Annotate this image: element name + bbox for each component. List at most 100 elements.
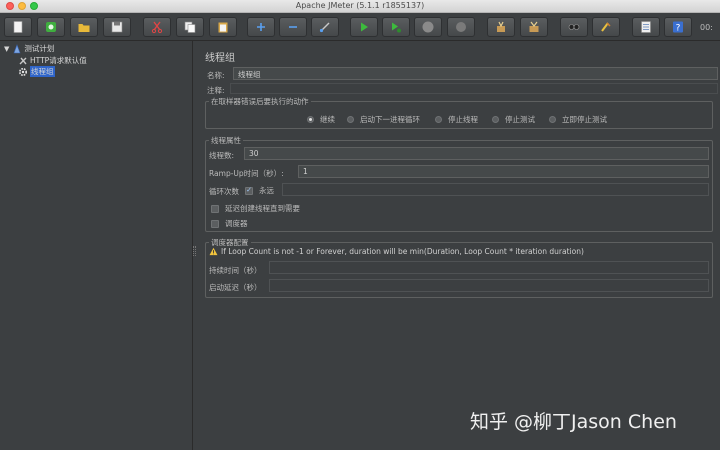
rampup-label: Ramp-Up时间（秒）: (209, 169, 284, 178)
radio-dot[interactable] (435, 116, 442, 123)
help-button[interactable]: ? (664, 17, 692, 37)
clear-all-button[interactable] (520, 17, 548, 37)
stop-button[interactable] (414, 17, 442, 37)
startup-delay-field[interactable] (269, 279, 709, 292)
window-title: Apache JMeter (5.1.1 r1855137) (295, 1, 425, 10)
tree-item-thread-group[interactable]: 线程组 (18, 66, 190, 77)
radio-label: 停止线程 (448, 115, 478, 124)
name-label: 名称: (207, 71, 225, 80)
stop-icon (422, 21, 434, 33)
tree-item-test-plan[interactable]: ▼ 测试计划 (4, 43, 54, 54)
threads-field[interactable]: 30 (244, 147, 709, 160)
radio-label: 立即停止测试 (562, 115, 607, 124)
scheduler-warning: If Loop Count is not -1 or Forever, dura… (209, 247, 584, 256)
toggle-icon (319, 22, 330, 33)
paste-button[interactable] (209, 17, 237, 37)
clear-all-icon (529, 21, 539, 32)
name-field[interactable]: 线程组 (233, 67, 718, 80)
function-helper-icon (641, 21, 651, 33)
duration-field[interactable] (269, 261, 709, 274)
copy-button[interactable] (176, 17, 204, 37)
radio-dot[interactable] (347, 116, 354, 123)
watermark-text: 知乎 @柳丁Jason Chen (470, 411, 677, 433)
startup-delay-label: 启动延迟（秒） (209, 283, 262, 292)
cut-icon (151, 21, 163, 34)
shutdown-button[interactable] (447, 17, 475, 37)
clear-icon (497, 21, 505, 32)
clear-button[interactable] (487, 17, 515, 37)
toolbar: ? 00: (0, 13, 720, 41)
duration-label: 持续时间（秒） (209, 266, 262, 275)
copy-icon (184, 21, 196, 33)
cut-button[interactable] (143, 17, 171, 37)
start-no-pauses-button[interactable] (382, 17, 410, 37)
thread-group-icon (18, 67, 28, 77)
expand-button[interactable] (247, 17, 275, 37)
radio-dot[interactable] (307, 116, 314, 123)
warning-icon (209, 247, 218, 256)
thread-properties-title: 线程属性 (209, 135, 243, 146)
help-glyph: ? (676, 24, 681, 34)
comment-label: 注释: (207, 86, 225, 95)
start-no-pauses-icon (392, 22, 401, 33)
search-button[interactable] (560, 17, 588, 37)
toggle-button[interactable] (311, 17, 339, 37)
radio-start-next-loop[interactable]: 启动下一进程循环 (347, 114, 420, 125)
radio-label: 继续 (320, 115, 335, 124)
save-button[interactable] (103, 17, 131, 37)
window-title-bar: Apache JMeter (5.1.1 r1855137) (0, 0, 720, 13)
thread-group-panel: 线程组 名称: 线程组 注释: 在取样器错误后要执行的动作 继续 启动下一进程循… (197, 41, 720, 450)
start-button[interactable] (350, 17, 378, 37)
radio-label: 停止测试 (505, 115, 535, 124)
tree-item-http-defaults[interactable]: HTTP请求默认值 (18, 55, 87, 66)
elapsed-timer: 00: (700, 23, 713, 32)
collapse-icon (289, 26, 297, 28)
loop-count-field[interactable] (282, 183, 709, 196)
start-icon (361, 22, 368, 32)
open-button[interactable] (70, 17, 98, 37)
forever-label: 永远 (259, 186, 274, 195)
radio-stop-thread[interactable]: 停止线程 (435, 114, 478, 125)
shutdown-icon (456, 22, 466, 32)
test-plan-tree: ▼ 测试计划 HTTP请求默认值 线程组 (0, 41, 192, 450)
radio-label: 启动下一进程循环 (360, 115, 420, 124)
help-icon: ? (673, 21, 683, 34)
reset-search-button[interactable] (592, 17, 620, 37)
search-icon (568, 24, 580, 30)
checkbox-box[interactable] (211, 219, 219, 228)
templates-button[interactable] (37, 17, 65, 37)
tree-item-label: 线程组 (30, 66, 55, 77)
new-button[interactable] (4, 17, 32, 37)
error-action-title: 在取样器错误后要执行的动作 (209, 96, 311, 107)
warning-text: If Loop Count is not -1 or Forever, dura… (221, 247, 584, 256)
scheduler-label: 调度器 (225, 219, 248, 228)
radio-dot[interactable] (549, 116, 556, 123)
reset-search-icon (601, 22, 611, 32)
delay-thread-creation-checkbox[interactable]: 延迟创建线程直到需要 (211, 203, 300, 214)
tree-item-label: 测试计划 (24, 44, 55, 53)
test-plan-icon (12, 43, 22, 54)
radio-stop-test-now[interactable]: 立即停止测试 (549, 114, 607, 125)
page-title: 线程组 (205, 53, 235, 64)
new-icon (13, 21, 23, 33)
rampup-field[interactable]: 1 (298, 165, 709, 178)
checkmark-icon[interactable]: ✓ (245, 186, 253, 195)
paste-icon (218, 22, 228, 33)
forever-checkbox[interactable]: ✓ 永远 (245, 185, 274, 196)
checkbox-box[interactable] (211, 204, 219, 213)
scheduler-checkbox[interactable]: 调度器 (211, 218, 248, 229)
function-helper-button[interactable] (632, 17, 660, 37)
radio-dot[interactable] (492, 116, 499, 123)
save-icon (111, 21, 123, 33)
comment-field[interactable] (230, 83, 718, 94)
delay-thread-creation-label: 延迟创建线程直到需要 (225, 204, 300, 213)
radio-continue[interactable]: 继续 (307, 114, 335, 125)
config-element-icon (18, 56, 28, 66)
radio-stop-test[interactable]: 停止测试 (492, 114, 535, 125)
tree-expand-icon[interactable]: ▼ (4, 45, 9, 53)
collapse-button[interactable] (279, 17, 307, 37)
expand-icon (257, 23, 265, 31)
tree-item-label: HTTP请求默认值 (30, 56, 87, 65)
open-icon (78, 24, 90, 32)
splitter-grip-icon[interactable] (193, 246, 196, 256)
